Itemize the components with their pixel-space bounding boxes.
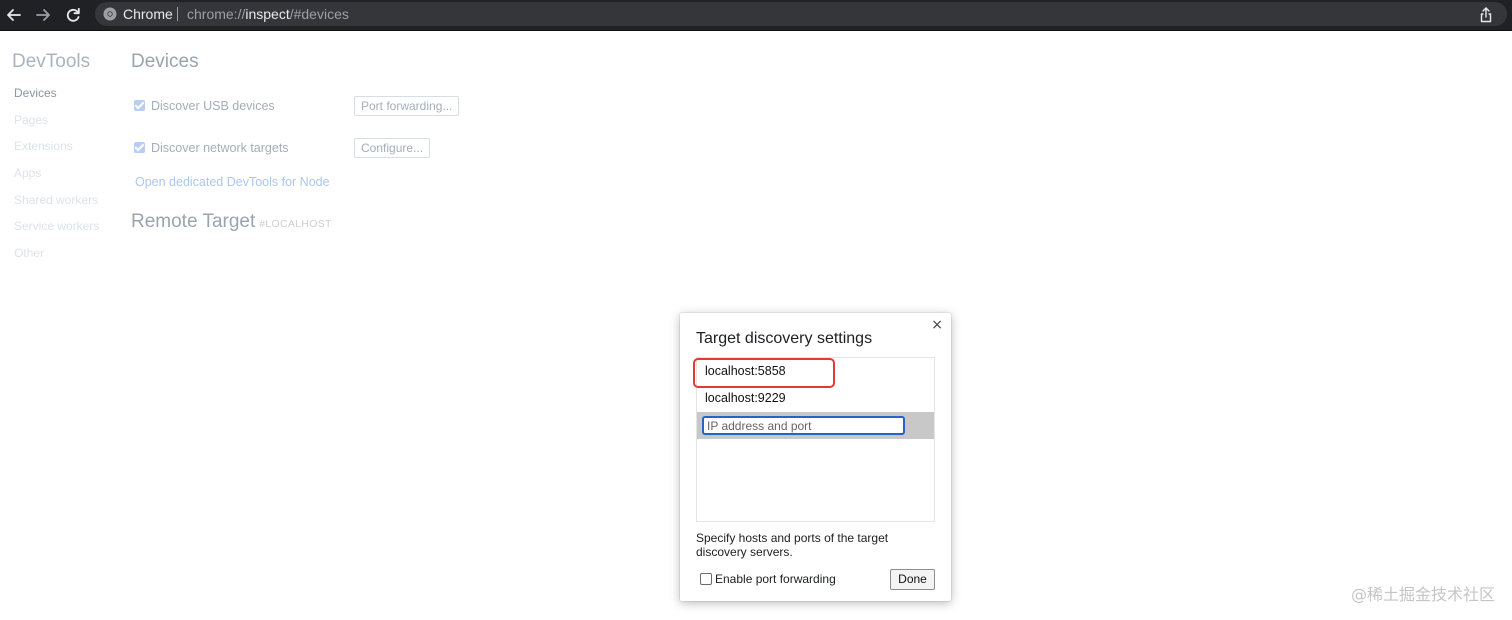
enable-port-forwarding-row[interactable]: Enable port forwarding (700, 572, 836, 586)
enable-port-forwarding-label: Enable port forwarding (715, 572, 836, 586)
sidebar-item-service-workers[interactable]: Service workers (14, 219, 124, 246)
node-devtools-link[interactable]: Open dedicated DevTools for Node (135, 175, 330, 189)
enable-port-forwarding-checkbox[interactable] (700, 573, 712, 585)
ip-address-port-input[interactable] (702, 416, 905, 435)
discover-network-row[interactable]: Discover network targets (134, 141, 289, 155)
discover-network-checkbox[interactable] (134, 142, 145, 153)
reload-icon[interactable] (62, 4, 84, 26)
target-list: localhost:5858 localhost:9229 (693, 357, 935, 522)
url-text: chrome://inspect/#devices (187, 6, 349, 22)
list-item-localhost-9229[interactable]: localhost:9229 (697, 385, 934, 412)
sidebar-item-pages[interactable]: Pages (14, 113, 124, 140)
target-address: localhost:9229 (705, 391, 786, 405)
chrome-logo-icon (103, 7, 117, 21)
discover-usb-row[interactable]: Discover USB devices (134, 99, 275, 113)
port-forwarding-button[interactable]: Port forwarding... (354, 96, 460, 116)
share-icon[interactable] (1479, 7, 1493, 23)
address-separator (177, 7, 178, 21)
url-path: /#devices (289, 6, 349, 22)
forward-arrow-icon[interactable] (32, 4, 54, 26)
sidebar-item-other[interactable]: Other (14, 246, 124, 273)
discover-usb-checkbox[interactable] (134, 100, 145, 111)
sidebar-item-devices[interactable]: Devices (14, 86, 124, 113)
sidebar: Devices Pages Extensions Apps Shared wor… (14, 86, 124, 273)
sidebar-item-extensions[interactable]: Extensions (14, 139, 124, 166)
annotation-highlight-box (693, 358, 835, 388)
remote-target-subtitle: #LOCALHOST (259, 218, 332, 230)
dialog-title: Target discovery settings (696, 330, 873, 347)
sidebar-item-shared-workers[interactable]: Shared workers (14, 193, 124, 220)
remote-target-title: Remote Target (131, 211, 256, 232)
watermark: @稀土掘金技术社区 (1350, 585, 1495, 604)
done-button[interactable]: Done (890, 569, 935, 590)
target-discovery-dialog: × Target discovery settings localhost:58… (680, 313, 951, 601)
devtools-brand: DevTools (12, 51, 91, 72)
page-title: Devices (131, 51, 199, 72)
discover-usb-label: Discover USB devices (151, 99, 275, 113)
back-arrow-icon[interactable] (3, 4, 25, 26)
sidebar-item-apps[interactable]: Apps (14, 166, 124, 193)
discover-network-label: Discover network targets (151, 141, 289, 155)
url-host: inspect (245, 6, 290, 22)
remote-target-heading: Remote Target #LOCALHOST (131, 211, 332, 233)
close-icon[interactable]: × (931, 318, 943, 332)
site-chip-label: Chrome (123, 6, 173, 22)
url-scheme: chrome:// (187, 6, 246, 22)
configure-button[interactable]: Configure... (354, 138, 431, 158)
dialog-help-text: Specify hosts and ports of the target di… (696, 531, 889, 559)
new-target-row (697, 412, 934, 439)
address-bar[interactable]: Chrome chrome://inspect/#devices (95, 2, 1507, 26)
browser-toolbar: Chrome chrome://inspect/#devices (0, 0, 1512, 31)
